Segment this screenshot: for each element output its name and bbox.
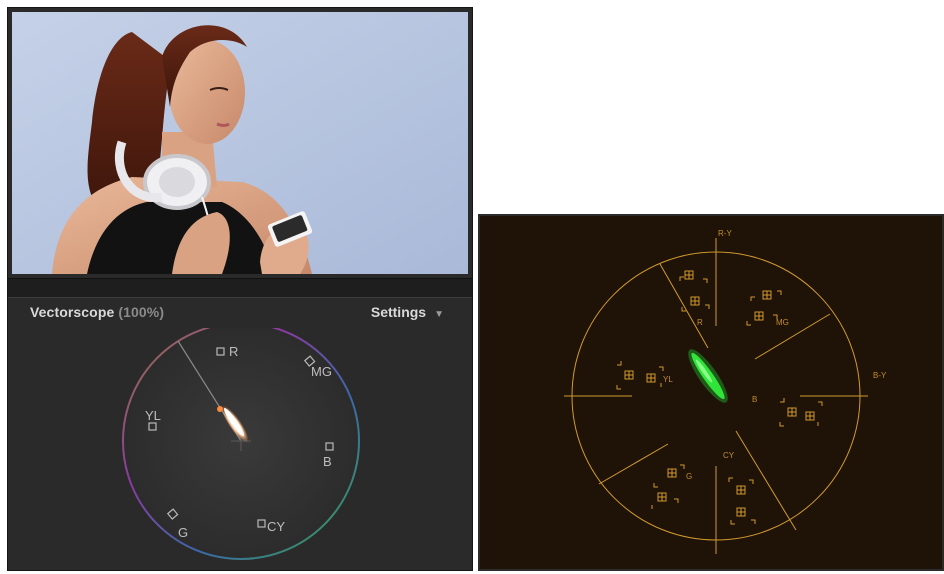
scope-title-label: Vectorscope — [30, 304, 115, 320]
target-yl-label: YL — [145, 408, 161, 423]
target-r-label: R — [229, 344, 238, 359]
scope-zoom-label: (100%) — [118, 304, 165, 320]
broadcast-vectorscope: R-Y B-Y R MG YL B CY G — [564, 229, 887, 554]
label-cy: CY — [723, 451, 735, 460]
axis-label-r-y: R-Y — [718, 229, 732, 238]
green-trace — [688, 349, 728, 403]
target-g-label: G — [178, 525, 188, 540]
target-cy-label: CY — [267, 519, 285, 534]
vectorscope-graticule: R MG B CY G YL — [122, 322, 360, 560]
label-r: R — [697, 318, 703, 327]
settings-label: Settings — [370, 304, 427, 320]
label-g: G — [686, 472, 692, 481]
vectorscope-display: R MG B CY G YL — [8, 322, 472, 568]
video-frame-image — [12, 12, 468, 274]
label-yl: YL — [663, 375, 673, 384]
target-b-label: B — [323, 454, 332, 469]
label-mg: MG — [776, 318, 789, 327]
sector-divider-3 — [598, 443, 669, 485]
label-b: B — [752, 395, 757, 404]
color-scope-panel: Vectorscope (100%) Settings ▼ R MG B CY … — [7, 7, 473, 571]
viewer-divider — [8, 278, 472, 298]
axis-label-b-y: B-Y — [873, 371, 887, 380]
broadcast-vectorscope-panel: R-Y B-Y R MG YL B CY G — [478, 214, 944, 571]
settings-button[interactable]: Settings ▼ — [371, 304, 444, 320]
video-viewer — [12, 12, 468, 274]
scope-header: Vectorscope (100%) Settings ▼ — [8, 297, 472, 327]
scope-title: Vectorscope (100%) — [30, 304, 164, 320]
sector-divider-2 — [754, 313, 831, 360]
chevron-down-icon: ▼ — [434, 309, 444, 320]
target-mg-label: MG — [311, 364, 332, 379]
